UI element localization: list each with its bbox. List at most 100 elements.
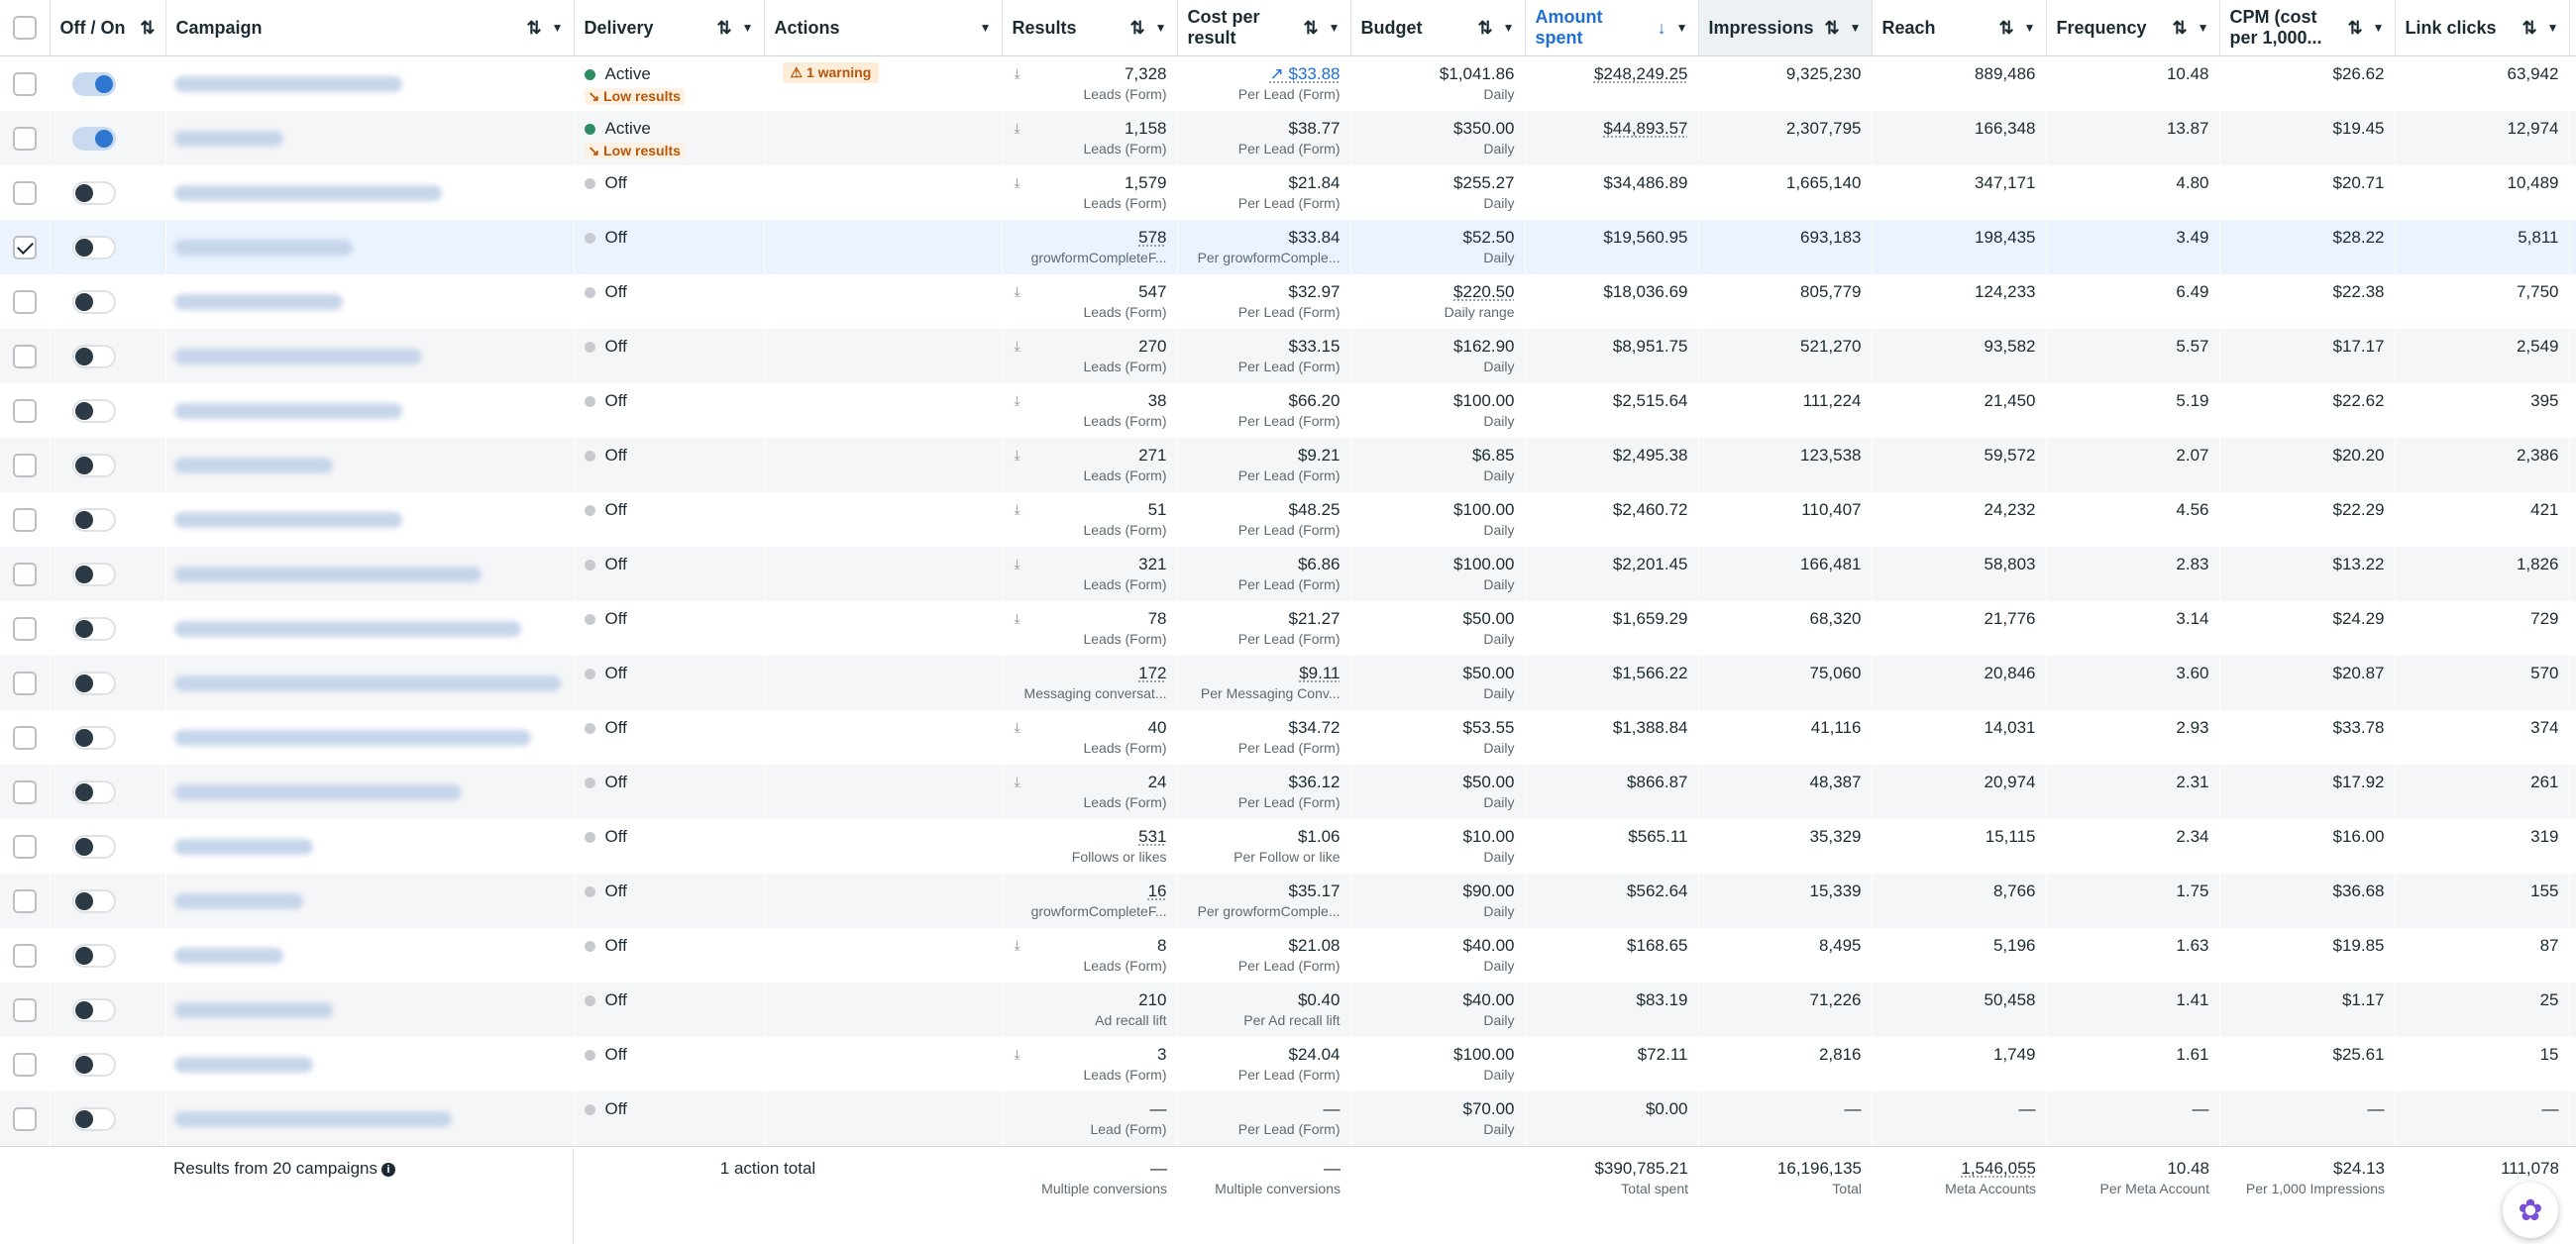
chevron-down-icon[interactable]: ▼ bbox=[1850, 21, 1862, 35]
column-header-delivery[interactable]: Delivery ⇅ ▼ bbox=[574, 0, 765, 56]
sort-icon[interactable]: ⇅ bbox=[2522, 18, 2537, 39]
campaign-name-link[interactable] bbox=[173, 783, 462, 800]
table-row[interactable]: Active ↘ Low results ⤓ 1,158 Leads (Form) $38… bbox=[0, 111, 2576, 165]
campaign-on-off-toggle[interactable] bbox=[71, 398, 116, 423]
column-header-amount[interactable]: Amount spent ↓ ▼ bbox=[1525, 0, 1699, 56]
table-row[interactable]: Off ⤓ 8 Leads (Form) $21.08 Per Lead (Form) $4… bbox=[0, 928, 2576, 983]
sort-icon[interactable]: ⇅ bbox=[2348, 18, 2363, 39]
chevron-down-icon[interactable]: ▼ bbox=[2547, 21, 2559, 35]
column-header-cpr[interactable]: Cost per result ⇅ ▼ bbox=[1177, 0, 1351, 56]
row-checkbox[interactable] bbox=[12, 943, 37, 968]
row-checkbox[interactable] bbox=[12, 180, 37, 205]
campaign-on-off-toggle[interactable] bbox=[71, 126, 116, 151]
campaign-name-link[interactable] bbox=[173, 75, 402, 92]
download-icon[interactable]: ⤓ bbox=[1015, 283, 1020, 300]
table-row[interactable]: Off ⤓ 1,579 Leads (Form) $21.84 Per Lead (For… bbox=[0, 165, 2576, 220]
table-row[interactable]: Active ↘ Low results ⚠ 1 warning ⤓ 7,328 Lead… bbox=[0, 56, 2576, 112]
table-row[interactable]: Off ⤓ 3 Leads (Form) $24.04 Per Lead (Form) $1… bbox=[0, 1037, 2576, 1091]
column-header-extra[interactable]: Er bbox=[2569, 0, 2576, 56]
table-row[interactable]: Off ⤓ 270 Leads (Form) $33.15 Per Lead (Form)… bbox=[0, 329, 2576, 383]
campaign-name-link[interactable] bbox=[173, 1056, 313, 1073]
budget-value[interactable]: $220.50 bbox=[1359, 282, 1514, 302]
cost-per-result-value[interactable]: $9.11 bbox=[1186, 664, 1340, 683]
campaign-on-off-toggle[interactable] bbox=[71, 943, 116, 968]
campaign-on-off-toggle[interactable] bbox=[71, 453, 116, 477]
table-row[interactable]: Off ⤓ 40 Leads (Form) $34.72 Per Lead (Form) $… bbox=[0, 710, 2576, 765]
sort-icon[interactable]: ⇅ bbox=[1130, 18, 1145, 39]
column-header-toggle[interactable]: Off / On ⇅ bbox=[50, 0, 166, 56]
chevron-down-icon[interactable]: ▼ bbox=[2198, 21, 2209, 35]
download-icon[interactable]: ⤓ bbox=[1015, 338, 1020, 355]
download-icon[interactable]: ⤓ bbox=[1015, 719, 1020, 736]
campaign-name-link[interactable] bbox=[173, 457, 333, 473]
cost-per-result-value[interactable]: ↗ $33.88 bbox=[1186, 64, 1341, 84]
sort-icon[interactable]: ⇅ bbox=[2173, 18, 2188, 39]
campaign-on-off-toggle[interactable] bbox=[71, 1052, 116, 1077]
assistant-button[interactable]: ✿ bbox=[2503, 1183, 2558, 1238]
column-header-clicks[interactable]: Link clicks ⇅ ▼ bbox=[2395, 0, 2570, 56]
column-header-campaign[interactable]: Campaign ⇅ ▼ bbox=[165, 0, 575, 56]
campaign-on-off-toggle[interactable] bbox=[71, 888, 116, 913]
download-icon[interactable]: ⤓ bbox=[1015, 501, 1020, 518]
campaign-name-link[interactable] bbox=[173, 838, 313, 855]
row-checkbox[interactable] bbox=[12, 1052, 37, 1077]
campaign-name-link[interactable] bbox=[173, 620, 521, 637]
table-row[interactable]: Off 531 Follows or likes $1.06 Per Follow or… bbox=[0, 819, 2576, 874]
sort-icon[interactable]: ⇅ bbox=[1304, 18, 1319, 39]
row-checkbox[interactable] bbox=[12, 398, 37, 423]
sort-icon[interactable]: ⇅ bbox=[1999, 18, 2014, 39]
campaign-on-off-toggle[interactable] bbox=[71, 562, 116, 586]
row-checkbox[interactable] bbox=[12, 1106, 37, 1131]
campaign-name-link[interactable] bbox=[173, 729, 531, 746]
campaign-on-off-toggle[interactable] bbox=[71, 235, 116, 259]
amount-spent-value[interactable]: $44,893.57 bbox=[1534, 119, 1687, 139]
campaign-on-off-toggle[interactable] bbox=[71, 997, 116, 1022]
download-icon[interactable]: ⤓ bbox=[1015, 1046, 1020, 1063]
amount-spent-value[interactable]: $248,249.25 bbox=[1534, 64, 1688, 84]
download-icon[interactable]: ⤓ bbox=[1015, 392, 1020, 409]
row-checkbox[interactable] bbox=[12, 997, 37, 1022]
info-icon[interactable]: i bbox=[380, 1162, 395, 1177]
table-row[interactable]: Off ⤓ 547 Leads (Form) $32.97 Per Lead (Form)… bbox=[0, 274, 2576, 329]
sort-icon[interactable]: ⇅ bbox=[1478, 18, 1493, 39]
row-checkbox[interactable] bbox=[12, 344, 37, 368]
column-header-cpm[interactable]: CPM (cost per 1,000... ⇅ ▼ bbox=[2219, 0, 2396, 56]
row-checkbox[interactable] bbox=[12, 562, 37, 586]
table-row[interactable]: Off ⤓ 78 Leads (Form) $21.27 Per Lead (Form) $… bbox=[0, 601, 2576, 656]
campaign-name-link[interactable] bbox=[173, 674, 561, 691]
campaign-name-link[interactable] bbox=[173, 184, 442, 201]
campaign-name-link[interactable] bbox=[173, 566, 482, 582]
campaign-on-off-toggle[interactable] bbox=[71, 779, 116, 804]
row-checkbox[interactable] bbox=[12, 834, 37, 859]
table-row[interactable]: Off 16 growformCompleteF... $35.17 Per growf… bbox=[0, 874, 2576, 928]
chevron-down-icon[interactable]: ▼ bbox=[1503, 21, 1515, 35]
table-row[interactable]: Off 210 Ad recall lift $0.40 Per Ad recall l… bbox=[0, 983, 2576, 1037]
sort-icon[interactable]: ⇅ bbox=[717, 18, 732, 39]
chevron-down-icon[interactable]: ▼ bbox=[1329, 21, 1341, 35]
table-row[interactable]: Off 172 Messaging conversat... $9.11 Per Mes… bbox=[0, 656, 2576, 710]
sort-descending-icon[interactable]: ↓ bbox=[1658, 18, 1666, 39]
table-row[interactable]: Off ⤓ 271 Leads (Form) $9.21 Per Lead (Form) $… bbox=[0, 438, 2576, 492]
results-value[interactable]: 578 bbox=[1011, 228, 1166, 248]
campaign-name-link[interactable] bbox=[173, 1001, 333, 1018]
column-header-results[interactable]: Results ⇅ ▼ bbox=[1002, 0, 1178, 56]
row-checkbox[interactable] bbox=[12, 289, 37, 314]
select-all-checkbox[interactable] bbox=[12, 16, 37, 40]
table-row[interactable]: Off 578 growformCompleteF... $33.84 Per grow… bbox=[0, 220, 2576, 274]
row-checkbox[interactable] bbox=[12, 71, 37, 96]
download-icon[interactable]: ⤓ bbox=[1015, 774, 1020, 790]
column-header-budget[interactable]: Budget ⇅ ▼ bbox=[1350, 0, 1526, 56]
row-checkbox[interactable] bbox=[12, 616, 37, 641]
campaign-on-off-toggle[interactable] bbox=[71, 834, 116, 859]
chevron-down-icon[interactable]: ▼ bbox=[742, 21, 754, 35]
column-header-impressions[interactable]: Impressions ⇅ ▼ bbox=[1698, 0, 1873, 56]
campaign-on-off-toggle[interactable] bbox=[71, 1106, 116, 1131]
sort-icon[interactable]: ⇅ bbox=[527, 18, 542, 39]
row-checkbox[interactable] bbox=[12, 779, 37, 804]
download-icon[interactable]: ⤓ bbox=[1015, 120, 1020, 137]
campaign-name-link[interactable] bbox=[173, 348, 422, 364]
campaign-on-off-toggle[interactable] bbox=[71, 725, 116, 750]
download-icon[interactable]: ⤓ bbox=[1015, 556, 1020, 572]
campaign-name-link[interactable] bbox=[173, 511, 402, 528]
campaign-on-off-toggle[interactable] bbox=[71, 71, 116, 96]
